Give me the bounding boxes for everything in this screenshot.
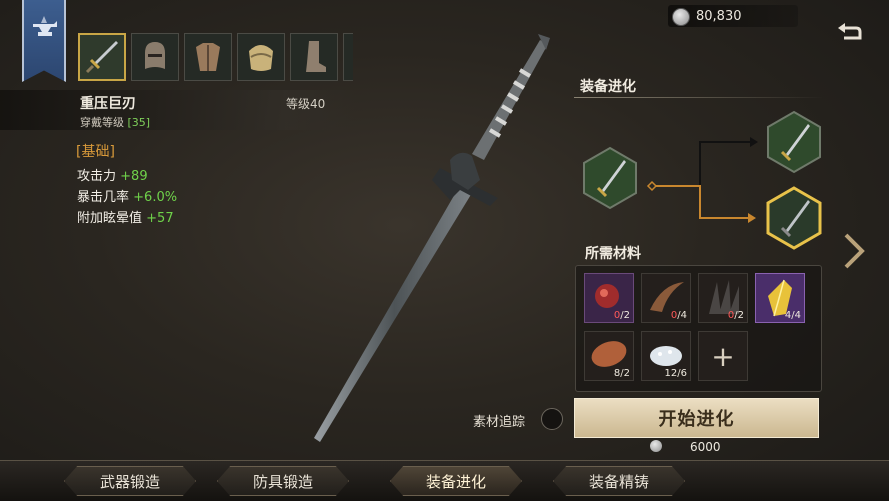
section-divider (574, 97, 824, 98)
evolution-title: 装备进化 (580, 79, 636, 95)
slot-helmet[interactable] (131, 33, 179, 81)
material-have: 0 (613, 310, 621, 321)
evolution-cost: 6000 (690, 440, 721, 454)
tab-weapon-forge[interactable]: 武器锻造 (64, 466, 196, 496)
current-weapon-node[interactable] (583, 146, 637, 210)
material-slot[interactable]: 8/2 (584, 331, 634, 381)
stat-label: 暴击几率 (77, 190, 130, 205)
material-have: 12 (664, 368, 678, 379)
stat-label: 附加眩晕值 (77, 211, 143, 226)
material-need: 4 (794, 310, 801, 321)
material-have: 8 (613, 368, 621, 379)
material-count: 0/2 (613, 310, 630, 321)
pauldron-icon (249, 45, 273, 71)
stats-title: [基础] (76, 144, 115, 160)
tab-equipment-refine[interactable]: 装备精铸 (553, 466, 685, 496)
material-slot[interactable]: 0/4 (641, 273, 691, 323)
material-have: 0 (727, 310, 735, 321)
material-slot[interactable]: 4/4 (755, 273, 805, 323)
stat-value: +89 (120, 169, 148, 184)
sword-icon (85, 41, 118, 74)
material-need: 6 (680, 368, 687, 379)
material-slot[interactable]: 12/6 (641, 331, 691, 381)
materials-title: 所需材料 (585, 246, 641, 262)
material-count: 4/4 (784, 310, 801, 321)
stat-label: 攻击力 (77, 169, 117, 184)
wear-level: 穿戴等级 [35] (80, 114, 150, 130)
material-need: 2 (623, 368, 630, 379)
chevron-right-icon[interactable] (842, 233, 866, 269)
stat-row: 暴击几率 +6.0% (77, 186, 177, 205)
evolution-option-a[interactable] (767, 110, 821, 174)
slot-chest[interactable] (184, 33, 232, 81)
silver-coin-icon (672, 8, 690, 26)
helmet-icon (145, 42, 165, 69)
wear-level-label: 穿戴等级 (80, 116, 124, 129)
material-slot[interactable]: 0/2 (698, 273, 748, 323)
material-have: 0 (670, 310, 678, 321)
currency-amount: 80,830 (696, 9, 742, 24)
slot-pauldron[interactable] (237, 33, 285, 81)
anvil-icon (33, 16, 57, 36)
silver-coin-icon (650, 440, 662, 452)
material-have: 4 (784, 310, 792, 321)
chest-armor-icon (196, 43, 220, 71)
material-count: 0/2 (727, 310, 744, 321)
item-name: 重压巨刃 (80, 96, 136, 112)
material-need: 4 (680, 310, 687, 321)
evolution-option-b-selected[interactable] (766, 186, 822, 250)
add-material-button[interactable]: + (698, 331, 748, 381)
start-evolution-button[interactable]: 开始进化 (574, 398, 819, 438)
slot-weapon[interactable] (78, 33, 126, 81)
material-need: 2 (623, 310, 630, 321)
material-count: 0/4 (670, 310, 687, 321)
stat-row: 附加眩晕值 +57 (77, 207, 174, 226)
material-slot[interactable]: 0/2 (584, 273, 634, 323)
forge-banner[interactable] (22, 0, 66, 82)
wear-level-value: [35] (127, 116, 151, 129)
weapon-preview (314, 34, 550, 442)
stat-row: 攻击力 +89 (77, 165, 148, 184)
material-need: 2 (737, 310, 744, 321)
tab-equipment-evolution[interactable]: 装备进化 (390, 466, 522, 496)
material-count: 12/6 (664, 368, 687, 379)
tab-armor-forge[interactable]: 防具锻造 (217, 466, 349, 496)
evolution-tree (583, 110, 822, 250)
material-count: 8/2 (613, 368, 630, 379)
stat-value: +6.0% (133, 190, 178, 205)
material-tracking-label: 素材追踪 (473, 415, 526, 430)
branch-node-icon (646, 180, 658, 192)
back-button[interactable] (836, 20, 864, 44)
material-tracking-toggle[interactable] (541, 408, 563, 430)
stat-value: +57 (146, 211, 174, 226)
